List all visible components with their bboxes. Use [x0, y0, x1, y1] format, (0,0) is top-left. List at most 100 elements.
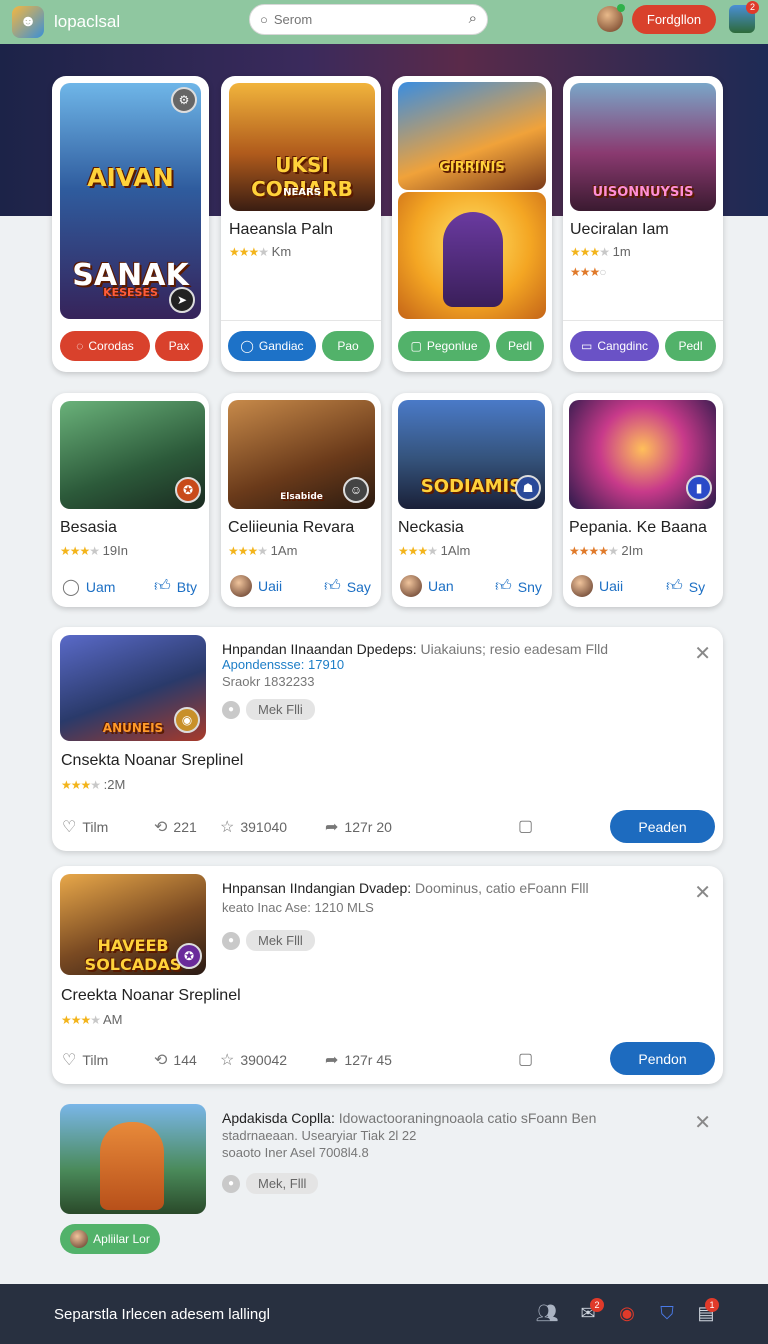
- close-icon[interactable]: ✕: [694, 641, 711, 666]
- favorite-action[interactable]: ♡ Tilm: [62, 817, 108, 837]
- search-icon[interactable]: ⌕: [469, 10, 477, 27]
- game-art: GIRRINIS: [398, 82, 546, 190]
- comment-action[interactable]: ▢: [518, 816, 533, 836]
- star-action[interactable]: ☆ 391040: [220, 817, 287, 837]
- star-icon: ☆: [220, 1052, 235, 1069]
- post-meta: Apondenssse: 17910: [222, 657, 345, 672]
- badge-icon: ☗: [515, 475, 541, 501]
- rating-stars: ★★★○: [570, 265, 607, 279]
- close-icon[interactable]: ✕: [694, 1110, 711, 1135]
- art-subtitle: NEARS: [283, 187, 321, 198]
- post-rating: ★★★★ AM: [61, 1012, 123, 1027]
- game-card[interactable]: Elsabide ☺ Celiieunia Revara ★★★★ 1Am Ua…: [221, 393, 381, 607]
- game-rating: ★★★★★ 2Im: [569, 543, 644, 558]
- chat-button[interactable]: ◌ Corodas: [60, 331, 150, 361]
- post-heading: Apdakisda Coplla: Idowactooraningnoaola …: [222, 1110, 597, 1126]
- user-link[interactable]: Uan: [400, 575, 454, 597]
- app-logo-icon[interactable]: ☻: [12, 6, 44, 38]
- chat-icon: ◌: [76, 339, 84, 353]
- search-box[interactable]: ○ ⌕: [249, 4, 488, 35]
- chat-button[interactable]: ▭ Cangdinc: [570, 331, 659, 361]
- location-tag[interactable]: ● Mek Flll: [222, 930, 315, 951]
- game-art: [398, 192, 546, 319]
- user-link[interactable]: Uaii: [230, 575, 282, 597]
- feed-post[interactable]: ANUNEIS ◉ Hnpandan IInaandan Dpedeps: Ui…: [52, 627, 723, 851]
- feed-post[interactable]: Apdakisda Coplla: Idowactooraningnoaola …: [52, 1100, 723, 1260]
- game-card[interactable]: SODIAMIS ☗ Neckasia ★★★★ 1Alm Uan 👍︎ Sny: [392, 393, 552, 607]
- like-button[interactable]: 👍︎ Sny: [495, 577, 542, 596]
- game-card[interactable]: GIRRINIS ▢ Pegonlue Pedl: [392, 76, 552, 372]
- rating-stars: ★★★★: [61, 778, 101, 792]
- share-icon: ➦: [325, 819, 339, 836]
- user-link[interactable]: ◯ Uam: [62, 577, 115, 597]
- post-title: Cnsekta Noanar Sreplinel: [61, 752, 244, 769]
- game-card[interactable]: ✪ Besasia ★★★★ 19In ◯ Uam 👍︎ Bty: [52, 393, 209, 607]
- avatar[interactable]: [597, 4, 625, 32]
- thumbs-up-icon: 👍︎: [154, 578, 171, 595]
- divider: [221, 320, 381, 321]
- edit-icon: ▢: [410, 339, 422, 353]
- chat-button[interactable]: ▢ Pegonlue: [398, 331, 490, 361]
- notification-badge: 2: [746, 1, 759, 14]
- open-button[interactable]: Pendon: [610, 1042, 715, 1075]
- follow-button[interactable]: Fordgllon: [632, 5, 716, 34]
- art-title: GIRRINIS: [439, 160, 505, 175]
- play-button[interactable]: Pedl: [496, 331, 544, 361]
- rating-stars: ★★★★: [570, 245, 610, 259]
- location-icon: ●: [222, 931, 240, 950]
- post-image: ANUNEIS ◉: [60, 635, 206, 741]
- game-card[interactable]: UKSI CODIARB NEARS Haeansla Paln ★★★★ Km…: [221, 76, 381, 372]
- location-tag[interactable]: ● Mek Flli: [222, 699, 315, 720]
- share-icon: ➦: [325, 1052, 339, 1069]
- search-input[interactable]: [273, 12, 444, 27]
- calendar-icon: ▭: [580, 339, 593, 353]
- like-button[interactable]: 👍︎ Sy: [666, 577, 705, 596]
- open-button[interactable]: Peaden: [610, 810, 715, 843]
- game-art: SODIAMIS ☗: [398, 400, 545, 509]
- location-icon: ●: [222, 700, 240, 719]
- bottom-bar: Separstla Irlecen adesem lallingl: [0, 1284, 768, 1344]
- play-button[interactable]: Pax: [155, 331, 203, 361]
- location-icon: ●: [222, 1174, 240, 1193]
- profile-avatar[interactable]: 2: [729, 1, 759, 33]
- user-link[interactable]: Uaii: [571, 575, 623, 597]
- star-action[interactable]: ☆ 390042: [220, 1050, 287, 1070]
- shield-icon[interactable]: ⛉: [655, 1301, 679, 1325]
- like-button[interactable]: 👍︎ Say: [324, 577, 371, 596]
- play-button[interactable]: Pao: [322, 331, 374, 361]
- badge-icon: ◉: [174, 707, 200, 733]
- share-action[interactable]: ➦ 127r 20: [325, 817, 392, 837]
- share-action[interactable]: ➦ 127r 45: [325, 1050, 392, 1070]
- notification-badge: 1: [705, 1298, 719, 1312]
- like-button[interactable]: 👍︎ Bty: [154, 577, 197, 596]
- search-icon: ○: [260, 12, 268, 27]
- apply-button[interactable]: Apliilar Lor: [60, 1224, 160, 1254]
- circle-icon: ◯: [62, 579, 80, 596]
- comment-action[interactable]: ▢: [518, 1049, 533, 1069]
- alert-icon[interactable]: ◉: [615, 1301, 639, 1325]
- rating-stars: ★★★★: [61, 1013, 101, 1027]
- star-icon: ☆: [220, 819, 235, 836]
- badge-icon: ⚙: [171, 87, 197, 113]
- game-card[interactable]: AIVAN SANAK KESESES ⚙ ➤ ◌ Corodas Pax: [52, 76, 209, 372]
- favorite-action[interactable]: ♡ Tilm: [62, 1050, 108, 1070]
- close-icon[interactable]: ✕: [694, 880, 711, 905]
- secondary-rating: ★★★○: [570, 264, 607, 279]
- game-art: Elsabide ☺: [228, 400, 375, 509]
- people-icon[interactable]: 👥︎: [535, 1301, 559, 1325]
- post-title: Creekta Noanar Sreplinel: [61, 987, 241, 1004]
- art-title: UISONNUYSIS: [592, 185, 694, 200]
- repost-action[interactable]: ⟲ 221: [154, 817, 197, 837]
- game-card[interactable]: ▮ Pepania. Ke Baana ★★★★★ 2Im Uaii 👍︎ Sy: [563, 393, 723, 607]
- chat-button[interactable]: ◯ Gandiac: [228, 331, 316, 361]
- game-title: Pepania. Ke Baana: [569, 519, 707, 536]
- repost-action[interactable]: ⟲ 144: [154, 1050, 197, 1070]
- play-button[interactable]: Pedl: [665, 331, 716, 361]
- location-tag[interactable]: ● Mek, Flll: [222, 1173, 319, 1194]
- feed-post[interactable]: HAVEEB SOLCADAS ✪ Hnpansan IIndangian Dv…: [52, 866, 723, 1084]
- game-card[interactable]: UISONNUYSIS Ueciralan Iam ★★★★ 1m ★★★○ ▭…: [563, 76, 723, 372]
- character-figure: [100, 1122, 164, 1210]
- game-art: UKSI CODIARB NEARS: [229, 83, 375, 211]
- user-avatar: [571, 575, 593, 597]
- post-meta: stadrnaeaan. Usearyiar Tiak 2l 22: [222, 1128, 417, 1143]
